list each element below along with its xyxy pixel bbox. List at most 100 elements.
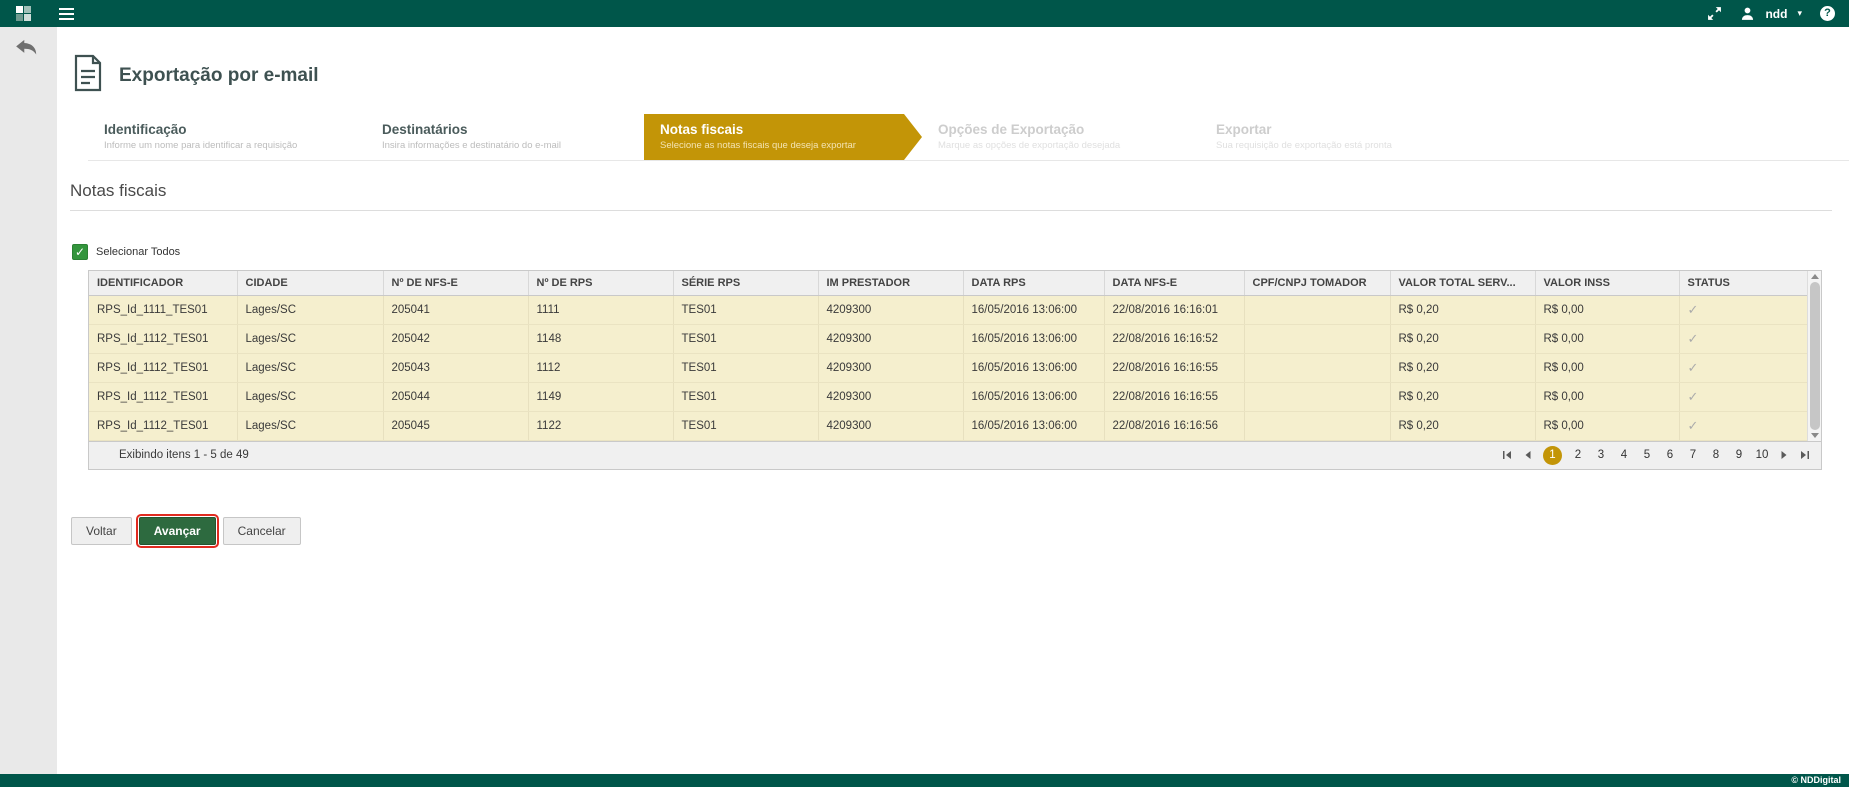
pagination-pages: 123456789 10 <box>1543 446 1769 465</box>
fullscreen-icon[interactable] <box>1707 6 1722 21</box>
document-icon <box>71 53 105 98</box>
column-header[interactable]: SÉRIE RPS <box>673 271 818 295</box>
table-cell: 16/05/2016 13:06:00 <box>963 411 1104 440</box>
page-8[interactable]: 8 <box>1709 449 1723 461</box>
footer-bar: © NDDigital <box>0 774 1849 787</box>
app-logo-icon[interactable] <box>16 6 31 21</box>
back-arrow-button[interactable] <box>14 37 42 61</box>
table-cell <box>1244 324 1390 353</box>
table-cell: R$ 0,20 <box>1390 324 1535 353</box>
first-page-button[interactable] <box>1501 449 1513 461</box>
status-check-icon: ✓ <box>1688 418 1699 433</box>
step-subtitle: Selecione as notas fiscais que deseja ex… <box>660 140 898 152</box>
user-menu[interactable]: ndd ▾ <box>1740 6 1802 21</box>
column-header[interactable]: STATUS <box>1679 271 1807 295</box>
items-count-text: Exibindo itens 1 - 5 de 49 <box>119 449 249 461</box>
table-cell: TES01 <box>673 411 818 440</box>
table-cell: R$ 0,00 <box>1535 353 1679 382</box>
column-header[interactable]: VALOR INSS <box>1535 271 1679 295</box>
step-title: Opções de Exportação <box>938 121 1176 138</box>
page-1[interactable]: 1 <box>1543 446 1562 465</box>
step-4: Opções de Exportação Marque as opções de … <box>922 114 1200 160</box>
section-divider <box>70 210 1832 211</box>
page-5[interactable]: 5 <box>1640 449 1654 461</box>
column-header[interactable]: DATA NFS-E <box>1104 271 1244 295</box>
sidebar <box>0 27 57 774</box>
table-cell <box>1244 353 1390 382</box>
column-header[interactable]: CPF/CNPJ TOMADOR <box>1244 271 1390 295</box>
table-cell: 205042 <box>383 324 528 353</box>
status-check-icon: ✓ <box>1688 360 1699 375</box>
column-header[interactable]: DATA RPS <box>963 271 1104 295</box>
table-cell: 205045 <box>383 411 528 440</box>
select-all-checkbox[interactable]: ✓ <box>72 244 88 260</box>
page-10[interactable]: 10 <box>1755 449 1769 461</box>
page-9[interactable]: 9 <box>1732 449 1746 461</box>
cancel-button[interactable]: Cancelar <box>223 517 301 545</box>
table-row[interactable]: RPS_Id_1111_TES01Lages/SC2050411111TES01… <box>89 295 1807 324</box>
table-row[interactable]: RPS_Id_1112_TES01Lages/SC2050451122TES01… <box>89 411 1807 440</box>
table-cell: 4209300 <box>818 382 963 411</box>
cell-status: ✓ <box>1679 324 1807 353</box>
table-cell: 1112 <box>528 353 673 382</box>
page-6[interactable]: 6 <box>1663 449 1677 461</box>
table-cell: 1148 <box>528 324 673 353</box>
table-cell: 22/08/2016 16:16:01 <box>1104 295 1244 324</box>
table-footer: Exibindo itens 1 - 5 de 49 123456789 10 <box>89 441 1821 469</box>
scroll-down-icon[interactable] <box>1811 433 1819 438</box>
help-icon[interactable]: ? <box>1820 6 1835 21</box>
table-row[interactable]: RPS_Id_1112_TES01Lages/SC2050421148TES01… <box>89 324 1807 353</box>
page-2[interactable]: 2 <box>1571 449 1585 461</box>
scroll-up-icon[interactable] <box>1811 274 1819 279</box>
back-arrow-icon <box>14 37 40 59</box>
status-check-icon: ✓ <box>1688 331 1699 346</box>
next-page-button[interactable] <box>1778 449 1790 461</box>
back-button[interactable]: Voltar <box>71 517 132 545</box>
scrollbar-thumb[interactable] <box>1810 282 1820 430</box>
last-page-button[interactable] <box>1799 449 1811 461</box>
table-cell: Lages/SC <box>237 295 383 324</box>
page-4[interactable]: 4 <box>1617 449 1631 461</box>
table-cell: 205044 <box>383 382 528 411</box>
step-title: Destinatários <box>382 121 620 138</box>
chevron-down-icon: ▾ <box>1797 8 1802 19</box>
column-header[interactable]: Nº DE RPS <box>528 271 673 295</box>
step-title: Exportar <box>1216 121 1454 138</box>
previous-page-button[interactable] <box>1522 449 1534 461</box>
topbar: ndd ▾ ? <box>0 0 1849 27</box>
step-2[interactable]: DestinatáriosInsira informações e destin… <box>366 114 644 160</box>
column-header[interactable]: IDENTIFICADOR <box>89 271 237 295</box>
page-7[interactable]: 7 <box>1686 449 1700 461</box>
table-cell: TES01 <box>673 295 818 324</box>
table-cell: Lages/SC <box>237 411 383 440</box>
column-header[interactable]: CIDADE <box>237 271 383 295</box>
table-cell: 1122 <box>528 411 673 440</box>
step-1[interactable]: IdentificaçãoInforme um nome para identi… <box>88 114 366 160</box>
column-header[interactable]: VALOR TOTAL SERV... <box>1390 271 1535 295</box>
table-cell: R$ 0,00 <box>1535 295 1679 324</box>
table-cell: 22/08/2016 16:16:55 <box>1104 382 1244 411</box>
menu-hamburger-icon[interactable] <box>57 4 76 24</box>
page-3[interactable]: 3 <box>1594 449 1608 461</box>
user-icon <box>1740 6 1755 21</box>
table-cell: Lages/SC <box>237 324 383 353</box>
next-button[interactable]: Avançar <box>139 517 216 545</box>
table-row[interactable]: RPS_Id_1112_TES01Lages/SC2050441149TES01… <box>89 382 1807 411</box>
wizard-steps: IdentificaçãoInforme um nome para identi… <box>88 114 1849 161</box>
table-cell <box>1244 411 1390 440</box>
table-row[interactable]: RPS_Id_1112_TES01Lages/SC2050431112TES01… <box>89 353 1807 382</box>
table-cell: 16/05/2016 13:06:00 <box>963 382 1104 411</box>
cell-status: ✓ <box>1679 353 1807 382</box>
copyright-text: © NDDigital <box>1791 775 1841 785</box>
step-title: Identificação <box>104 121 342 138</box>
table-scrollbar[interactable] <box>1807 271 1821 441</box>
table-cell: RPS_Id_1112_TES01 <box>89 353 237 382</box>
step-subtitle: Marque as opções de exportação desejada <box>938 140 1176 152</box>
step-3[interactable]: Notas fiscaisSelecione as notas fiscais … <box>644 114 922 160</box>
cell-status: ✓ <box>1679 382 1807 411</box>
table-cell: Lages/SC <box>237 382 383 411</box>
select-all[interactable]: ✓ Selecionar Todos <box>72 244 180 260</box>
column-header[interactable]: IM PRESTADOR <box>818 271 963 295</box>
column-header[interactable]: Nº DE NFS-E <box>383 271 528 295</box>
table-cell: 22/08/2016 16:16:56 <box>1104 411 1244 440</box>
